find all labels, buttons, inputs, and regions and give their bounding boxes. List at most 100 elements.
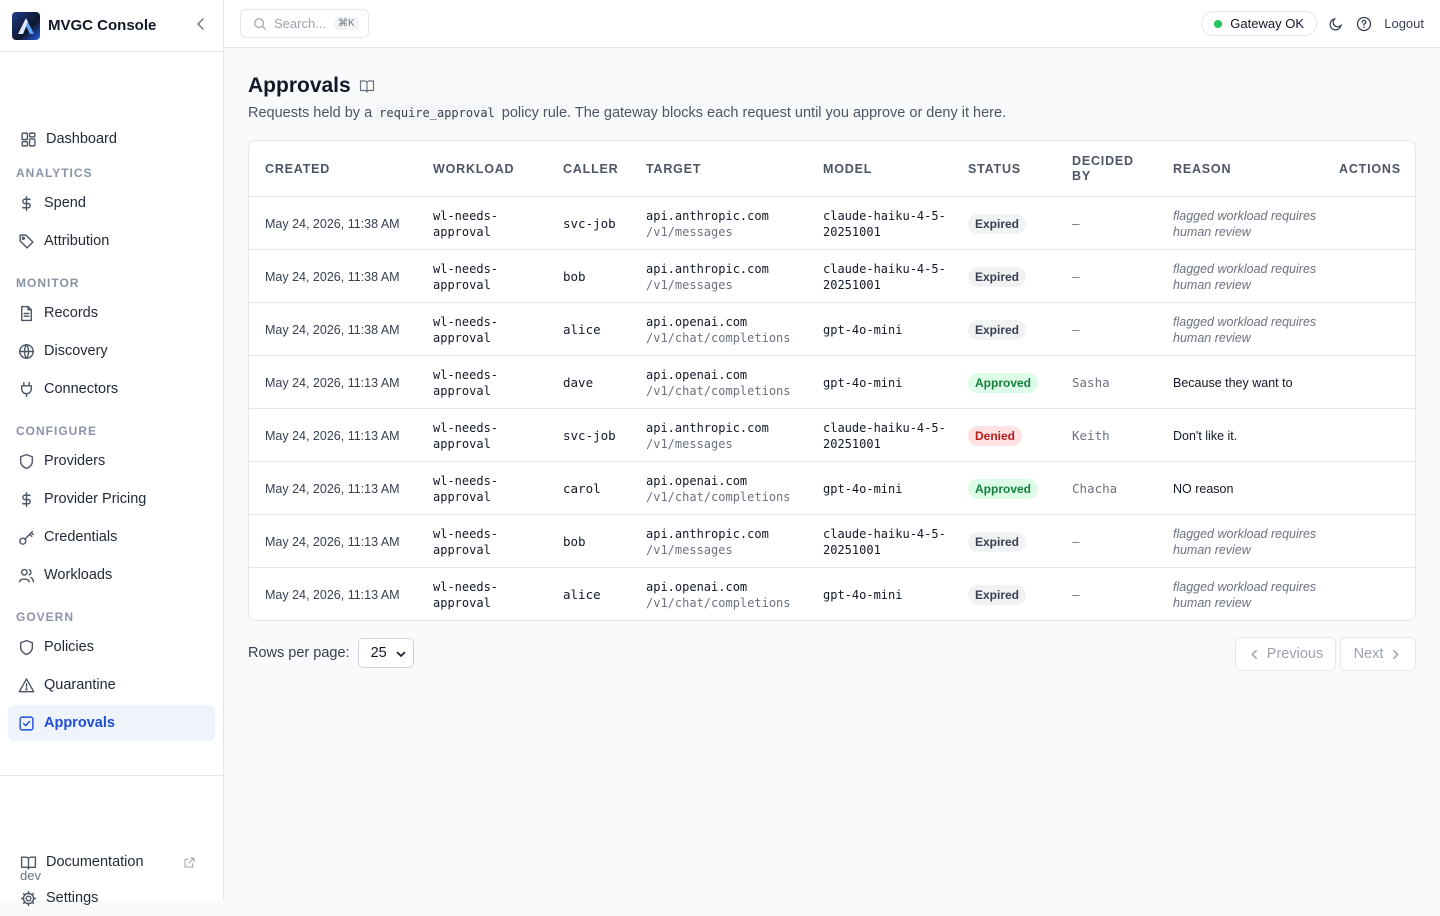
cell-target: api.anthropic.com/v1/messages bbox=[646, 197, 769, 250]
previous-page-button[interactable]: Previous bbox=[1235, 637, 1336, 671]
table-row[interactable]: May 24, 2026, 11:13 AM wl-needs-approval c… bbox=[249, 462, 1415, 515]
sidebar-item-label: Approvals bbox=[44, 715, 115, 731]
section-heading-analytics: ANALYTICS bbox=[16, 166, 93, 180]
cell-reason: flagged workload requires human review bbox=[1173, 579, 1317, 610]
shield-icon bbox=[19, 453, 34, 469]
book-icon[interactable] bbox=[359, 78, 375, 94]
cell-decided-by: — bbox=[1072, 269, 1080, 284]
table-row[interactable]: May 24, 2026, 11:38 AM wl-needs-approval b… bbox=[249, 250, 1415, 303]
sidebar-item-label: Attribution bbox=[44, 233, 110, 249]
cell-workload: wl-needs-approval bbox=[433, 420, 499, 451]
sidebar-item-records[interactable]: Records bbox=[8, 295, 215, 331]
column-header-model[interactable]: MODEL bbox=[823, 141, 872, 197]
rows-per-page-value: 25 bbox=[370, 645, 387, 661]
cell-model: claude-haiku-4-5-20251001 bbox=[823, 420, 946, 451]
gateway-status-badge[interactable]: Gateway OK bbox=[1201, 11, 1317, 36]
section-heading-govern: GOVERN bbox=[16, 610, 75, 624]
target-path: /v1/chat/completions bbox=[646, 489, 791, 504]
sidebar-item-approvals[interactable]: Approvals bbox=[8, 705, 215, 741]
table-row[interactable]: May 24, 2026, 11:38 AM wl-needs-approval s… bbox=[249, 197, 1415, 250]
column-header-status[interactable]: STATUS bbox=[968, 141, 1021, 197]
next-page-button[interactable]: Next bbox=[1340, 637, 1416, 671]
target-host: api.openai.com bbox=[646, 473, 748, 488]
target-host: api.openai.com bbox=[646, 579, 748, 594]
column-header-caller[interactable]: CALLER bbox=[563, 141, 619, 197]
grid-icon bbox=[21, 131, 36, 147]
column-header-workload[interactable]: WORKLOAD bbox=[433, 141, 514, 197]
sidebar-item-providers[interactable]: Providers bbox=[8, 443, 215, 479]
cell-target: api.anthropic.com/v1/messages bbox=[646, 250, 769, 303]
table-row[interactable]: May 24, 2026, 11:13 AM wl-needs-approval b… bbox=[249, 515, 1415, 568]
cell-status: Approved bbox=[968, 462, 1039, 515]
table-row[interactable]: May 24, 2026, 11:13 AM wl-needs-approval d… bbox=[249, 356, 1415, 409]
cell-status: Approved bbox=[968, 356, 1039, 409]
sidebar-item-provider-pricing[interactable]: Provider Pricing bbox=[8, 481, 215, 517]
shield-icon bbox=[19, 639, 34, 655]
section-heading-monitor: MONITOR bbox=[16, 276, 80, 290]
table-row[interactable]: May 24, 2026, 11:13 AM wl-needs-approval a… bbox=[249, 568, 1415, 620]
cell-caller: carol bbox=[563, 481, 601, 496]
sidebar-item-dashboard[interactable]: Dashboard bbox=[8, 121, 215, 157]
sidebar-item-label: Policies bbox=[44, 639, 94, 655]
previous-label: Previous bbox=[1266, 646, 1324, 662]
column-header-created[interactable]: CREATED bbox=[265, 141, 330, 197]
app-name: MVGC Console bbox=[48, 17, 157, 34]
sidebar-item-discovery[interactable]: Discovery bbox=[8, 333, 215, 369]
cell-model: claude-haiku-4-5-20251001 bbox=[823, 261, 946, 292]
cell-decided-by: — bbox=[1072, 587, 1080, 602]
cell-status: Denied bbox=[968, 409, 1023, 462]
rows-per-page: Rows per page: 25 bbox=[248, 638, 414, 668]
cell-workload: wl-needs-approval bbox=[433, 208, 499, 239]
target-host: api.openai.com bbox=[646, 367, 748, 382]
cell-decided-by: Chacha bbox=[1072, 481, 1118, 496]
search-placeholder: Search... bbox=[274, 16, 327, 31]
environment-label: dev bbox=[20, 868, 41, 883]
sidebar-item-spend[interactable]: Spend bbox=[8, 185, 215, 221]
sidebar-item-credentials[interactable]: Credentials bbox=[8, 519, 215, 555]
sidebar-item-policies[interactable]: Policies bbox=[8, 629, 215, 665]
moon-icon[interactable] bbox=[1328, 16, 1344, 32]
cell-model: gpt-4o-mini bbox=[823, 587, 903, 602]
target-path: /v1/chat/completions bbox=[646, 595, 791, 610]
sidebar-footer bbox=[0, 775, 223, 776]
column-header-target[interactable]: TARGET bbox=[646, 141, 701, 197]
cell-created: May 24, 2026, 11:13 AM bbox=[265, 481, 400, 496]
logout-button[interactable]: Logout bbox=[1384, 16, 1424, 31]
cell-caller: alice bbox=[563, 587, 601, 602]
target-host: api.anthropic.com bbox=[646, 261, 769, 276]
cell-reason: NO reason bbox=[1173, 481, 1234, 496]
sidebar-item-settings[interactable]: Settings bbox=[8, 880, 215, 916]
chevron-down-icon bbox=[396, 651, 405, 658]
sidebar-item-quarantine[interactable]: Quarantine bbox=[8, 667, 215, 703]
target-path: /v1/messages bbox=[646, 542, 733, 557]
cell-created: May 24, 2026, 11:13 AM bbox=[265, 428, 400, 443]
sidebar-item-connectors[interactable]: Connectors bbox=[8, 371, 215, 407]
cell-caller: svc-job bbox=[563, 216, 616, 231]
cell-status: Expired bbox=[968, 303, 1027, 356]
table-header: CREATED WORKLOAD CALLER TARGET MODEL STA… bbox=[249, 141, 1415, 197]
target-path: /v1/messages bbox=[646, 224, 733, 239]
collapse-sidebar-icon[interactable] bbox=[193, 16, 209, 32]
sidebar-item-workloads[interactable]: Workloads bbox=[8, 557, 215, 593]
users-icon bbox=[18, 568, 35, 583]
target-host: api.anthropic.com bbox=[646, 526, 769, 541]
column-header-reason[interactable]: REASON bbox=[1173, 141, 1231, 197]
cell-reason: flagged workload requires human review bbox=[1173, 208, 1317, 239]
table-row[interactable]: May 24, 2026, 11:38 AM wl-needs-approval a… bbox=[249, 303, 1415, 356]
target-path: /v1/messages bbox=[646, 277, 733, 292]
rows-per-page-select[interactable]: 25 bbox=[357, 638, 414, 668]
cell-workload: wl-needs-approval bbox=[433, 526, 499, 557]
search-shortcut: ⌘K bbox=[334, 17, 359, 30]
sidebar-item-attribution[interactable]: Attribution bbox=[8, 223, 215, 259]
table-row[interactable]: May 24, 2026, 11:13 AM wl-needs-approval s… bbox=[249, 409, 1415, 462]
cell-workload: wl-needs-approval bbox=[433, 579, 499, 610]
cell-created: May 24, 2026, 11:13 AM bbox=[265, 587, 400, 602]
app-logo[interactable] bbox=[12, 11, 40, 40]
column-header-decided-by[interactable]: DECIDED BY bbox=[1072, 141, 1136, 197]
target-host: api.anthropic.com bbox=[646, 208, 769, 223]
cell-caller: dave bbox=[563, 375, 594, 390]
status-badge: Denied bbox=[968, 425, 1023, 446]
search-input[interactable]: Search... ⌘K bbox=[240, 9, 369, 38]
help-icon[interactable] bbox=[1356, 16, 1372, 32]
cell-target: api.openai.com/v1/chat/completions bbox=[646, 356, 791, 409]
